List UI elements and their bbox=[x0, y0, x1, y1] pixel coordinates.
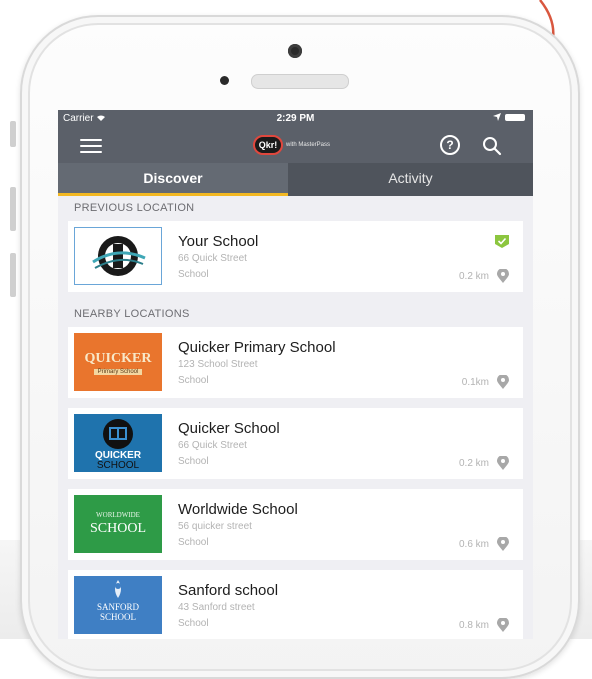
location-name: Worldwide School bbox=[178, 501, 298, 518]
logo-subtitle: with MasterPass bbox=[286, 142, 331, 148]
status-right bbox=[493, 113, 525, 121]
thumb-subtitle: SCHOOL bbox=[89, 521, 146, 536]
location-name: Quicker Primary School bbox=[178, 339, 336, 356]
thumb-subtitle: SCHOOL bbox=[96, 460, 140, 471]
location-distance: 0.2 km bbox=[458, 458, 489, 469]
tab-activity[interactable]: Activity bbox=[288, 163, 533, 196]
app-header: Qkr! with MasterPass ? bbox=[58, 127, 533, 163]
location-address: 66 Quick Street bbox=[178, 253, 247, 264]
location-address: 123 School Street bbox=[178, 359, 258, 370]
location-card-your-school[interactable]: Your School 66 Quick Street School 0.2 k… bbox=[68, 221, 523, 292]
thumb-title: QUICKER bbox=[84, 351, 152, 366]
thumb-title: WORLDWIDE bbox=[96, 511, 140, 519]
school-logo-image: WORLDWIDE SCHOOL bbox=[74, 495, 162, 553]
school-logo-image: QUICKER Primary School bbox=[74, 333, 162, 391]
location-card-sanford[interactable]: SANFORD SCHOOL Sanford school 43 Sanford… bbox=[68, 570, 523, 639]
active-tab-indicator bbox=[58, 193, 288, 196]
tab-bar: Discover Activity bbox=[58, 163, 533, 196]
map-pin-icon bbox=[497, 537, 509, 551]
horse-shoe-logo-icon bbox=[92, 236, 146, 276]
volume-up-button bbox=[10, 187, 16, 231]
location-distance: 0.8 km bbox=[458, 620, 489, 631]
location-type: School bbox=[178, 618, 209, 629]
location-address: 66 Quick Street bbox=[178, 440, 247, 451]
location-type: School bbox=[178, 269, 209, 280]
status-time: 2:29 PM bbox=[276, 113, 315, 124]
location-card-quicker-school[interactable]: QUICKER SCHOOL Quicker School 66 Quick S… bbox=[68, 408, 523, 479]
status-bar: Carrier 2:29 PM bbox=[58, 110, 533, 127]
battery-icon bbox=[505, 113, 525, 121]
map-pin-icon bbox=[497, 456, 509, 470]
earpiece-speaker bbox=[251, 74, 349, 89]
location-card-quicker-primary[interactable]: QUICKER Primary School Quicker Primary S… bbox=[68, 327, 523, 398]
hamburger-menu-icon[interactable] bbox=[80, 139, 102, 153]
tab-discover[interactable]: Discover bbox=[58, 163, 288, 193]
location-distance: 0.2 km bbox=[458, 271, 489, 282]
crest-icon bbox=[115, 580, 121, 598]
proximity-sensor bbox=[220, 76, 229, 85]
thumb-subtitle: Primary School bbox=[94, 369, 142, 375]
front-camera bbox=[288, 44, 302, 58]
location-address: 43 Sanford street bbox=[178, 602, 255, 613]
thumb-subtitle: SCHOOL bbox=[99, 612, 136, 622]
location-name: Quicker School bbox=[178, 420, 280, 437]
app-logo: Qkr! with MasterPass bbox=[253, 134, 341, 156]
help-icon[interactable]: ? bbox=[440, 135, 460, 155]
location-distance: 0.1km bbox=[461, 377, 489, 388]
search-icon[interactable] bbox=[480, 134, 504, 158]
map-pin-icon bbox=[497, 618, 509, 632]
location-address: 56 quicker street bbox=[178, 521, 252, 532]
logo-mark: Qkr! bbox=[253, 135, 283, 155]
location-type: School bbox=[178, 537, 209, 548]
selected-check-icon bbox=[495, 235, 509, 248]
school-logo-image: QUICKER SCHOOL bbox=[74, 414, 162, 472]
location-card-worldwide[interactable]: WORLDWIDE SCHOOL Worldwide School 56 qui… bbox=[68, 489, 523, 560]
section-header-nearby: NEARBY LOCATIONS bbox=[74, 308, 190, 320]
map-pin-icon bbox=[497, 375, 509, 389]
volume-down-button bbox=[10, 253, 16, 297]
map-pin-icon bbox=[497, 269, 509, 283]
location-distance: 0.6 km bbox=[458, 539, 489, 550]
school-logo-image: SANFORD SCHOOL bbox=[74, 576, 162, 634]
location-name: Sanford school bbox=[178, 582, 279, 599]
location-type: School bbox=[178, 456, 209, 467]
section-header-previous: PREVIOUS LOCATION bbox=[74, 202, 195, 214]
app-screen: Carrier 2:29 PM Qkr! with MasterPass ? D… bbox=[58, 110, 533, 639]
mute-switch bbox=[10, 121, 16, 147]
school-logo-image bbox=[74, 227, 162, 285]
thumb-title: SANFORD bbox=[96, 602, 139, 612]
location-arrow-icon bbox=[493, 113, 501, 121]
location-type: School bbox=[178, 375, 209, 386]
book-emblem-icon bbox=[103, 419, 133, 449]
location-name: Your School bbox=[178, 233, 259, 250]
